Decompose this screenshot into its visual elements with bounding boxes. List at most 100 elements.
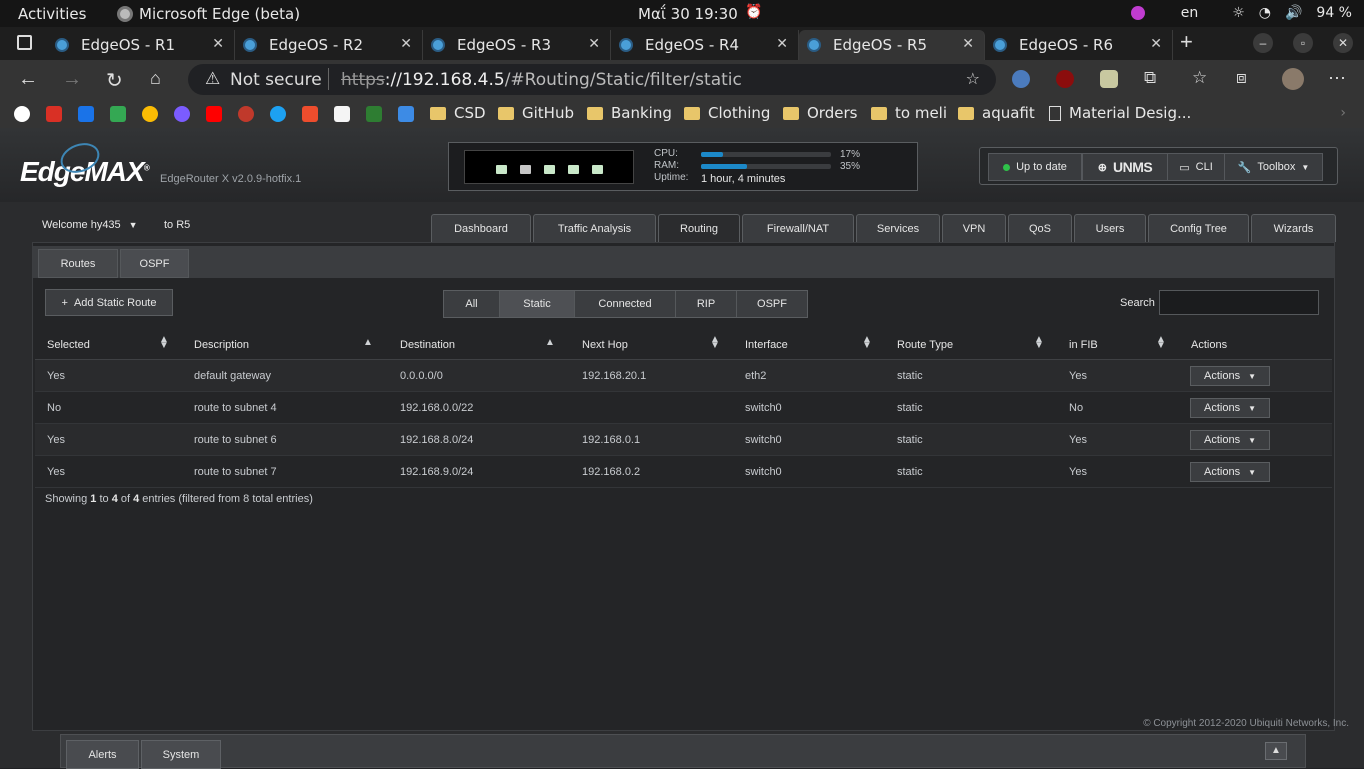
- bookmark-folder[interactable]: GitHub: [498, 104, 574, 122]
- actions-dropdown[interactable]: Actions ▼: [1190, 398, 1270, 418]
- subtab-routes[interactable]: Routes: [38, 249, 118, 278]
- system-tray[interactable]: en ☼ ◔ 🔊 94 %: [1130, 5, 1352, 21]
- col-destination[interactable]: Destination: [400, 339, 455, 351]
- home-icon[interactable]: ⌂: [150, 68, 161, 89]
- welcome-menu[interactable]: Welcome hy435 ▼: [42, 219, 138, 231]
- extension-icon[interactable]: [1012, 70, 1030, 88]
- more-icon[interactable]: ⋯: [1328, 68, 1346, 89]
- sort-icon[interactable]: ▲ ▼: [1156, 335, 1166, 351]
- filter-connected[interactable]: Connected: [575, 291, 676, 317]
- filter-static[interactable]: Static: [500, 291, 575, 317]
- photos-icon[interactable]: [142, 106, 158, 122]
- update-status-button[interactable]: Up to date: [988, 153, 1082, 181]
- close-window-icon[interactable]: ✕: [1333, 33, 1353, 53]
- gmail-icon[interactable]: [46, 106, 62, 122]
- col-route-type[interactable]: Route Type: [897, 339, 953, 351]
- bookmark-folder[interactable]: CSD: [430, 104, 486, 122]
- ublock-icon[interactable]: [1056, 70, 1074, 88]
- tab-config-tree[interactable]: Config Tree: [1148, 214, 1249, 242]
- youtube-icon[interactable]: [206, 106, 222, 122]
- browser-tab[interactable]: EdgeOS - R3 ✕: [423, 30, 611, 60]
- col-next-hop[interactable]: Next Hop: [582, 339, 628, 351]
- browser-tab-active[interactable]: EdgeOS - R5 ✕: [799, 30, 985, 60]
- close-icon[interactable]: ✕: [962, 36, 974, 52]
- language-indicator[interactable]: en: [1181, 5, 1199, 21]
- close-x-green-icon[interactable]: [366, 106, 382, 122]
- sort-icon[interactable]: ▲ ▼: [862, 335, 872, 351]
- minimize-icon[interactable]: –: [1253, 33, 1273, 53]
- tab-qos[interactable]: QoS: [1008, 214, 1072, 242]
- bookmark-link[interactable]: Material Desig...: [1049, 104, 1191, 122]
- tab-vpn[interactable]: VPN: [942, 214, 1006, 242]
- chevron-up-icon[interactable]: ▲: [1265, 742, 1287, 760]
- chevron-right-icon[interactable]: ›: [1340, 105, 1346, 121]
- search-input[interactable]: [1159, 290, 1319, 315]
- autocomplete-extension-icon[interactable]: [1100, 70, 1118, 88]
- close-icon[interactable]: ✕: [400, 36, 412, 52]
- bookmark-folder[interactable]: Clothing: [684, 104, 770, 122]
- table-row[interactable]: Yes default gateway 0.0.0.0/0 192.168.20…: [35, 360, 1332, 392]
- sort-asc-icon[interactable]: ▲: [363, 338, 373, 348]
- bookmark-folder[interactable]: Orders: [783, 104, 857, 122]
- add-static-route-button[interactable]: + Add Static Route: [45, 289, 173, 316]
- actions-dropdown[interactable]: Actions ▼: [1190, 366, 1270, 386]
- twitter-icon[interactable]: [270, 106, 286, 122]
- not-secure-label[interactable]: Not secure: [230, 70, 322, 90]
- tab-actions-icon[interactable]: [17, 35, 32, 50]
- browser-tab[interactable]: EdgeOS - R6 ✕: [985, 30, 1173, 60]
- bookmark-folder[interactable]: aquafit: [958, 104, 1035, 122]
- tab-firewall-nat[interactable]: Firewall/NAT: [742, 214, 854, 242]
- browser-tab[interactable]: EdgeOS - R4 ✕: [611, 30, 799, 60]
- terminal-icon[interactable]: [334, 106, 350, 122]
- back-icon[interactable]: ←: [18, 68, 38, 91]
- home-assistant-icon[interactable]: [398, 106, 414, 122]
- refresh-icon[interactable]: ↻: [106, 68, 123, 93]
- table-row[interactable]: Yes route to subnet 7 192.168.9.0/24 192…: [35, 456, 1332, 488]
- filter-ospf[interactable]: OSPF: [737, 291, 807, 317]
- profile-avatar[interactable]: [1282, 68, 1304, 90]
- actions-dropdown[interactable]: Actions ▼: [1190, 430, 1270, 450]
- tab-wizards[interactable]: Wizards: [1251, 214, 1336, 242]
- close-icon[interactable]: ✕: [776, 36, 788, 52]
- tab-users[interactable]: Users: [1074, 214, 1146, 242]
- tab-routing[interactable]: Routing: [658, 214, 740, 243]
- sort-icon[interactable]: ▲ ▼: [159, 335, 169, 351]
- col-interface[interactable]: Interface: [745, 339, 788, 351]
- tab-dashboard[interactable]: Dashboard: [431, 214, 531, 242]
- col-in-fib[interactable]: in FIB: [1069, 339, 1098, 351]
- actions-dropdown[interactable]: Actions ▼: [1190, 462, 1270, 482]
- forward-icon[interactable]: →: [62, 68, 82, 91]
- table-row[interactable]: Yes route to subnet 6 192.168.8.0/24 192…: [35, 424, 1332, 456]
- sort-asc-icon[interactable]: ▲: [545, 338, 555, 348]
- collections-icon[interactable]: ⧈: [1236, 68, 1247, 88]
- activities-button[interactable]: Activities: [18, 5, 86, 23]
- close-icon[interactable]: ✕: [588, 36, 600, 52]
- warning-icon[interactable]: ⚠: [205, 69, 220, 89]
- clock[interactable]: Μαΐ 30 19:30: [638, 5, 738, 23]
- new-tab-icon[interactable]: +: [1180, 29, 1193, 55]
- filter-rip[interactable]: RIP: [676, 291, 737, 317]
- table-row[interactable]: No route to subnet 4 192.168.0.0/22 swit…: [35, 392, 1332, 424]
- cli-button[interactable]: ▭ CLI: [1167, 153, 1225, 181]
- tab-traffic-analysis[interactable]: Traffic Analysis: [533, 214, 656, 242]
- unms-button[interactable]: ⊕ UNMS: [1082, 153, 1168, 181]
- app-menu[interactable]: Microsoft Edge (beta): [117, 5, 300, 23]
- maximize-icon[interactable]: ▫: [1293, 33, 1313, 53]
- extensions-icon[interactable]: ⧉: [1144, 68, 1156, 88]
- bookmark-site-icon[interactable]: [238, 106, 254, 122]
- browser-tab[interactable]: EdgeOS - R1 ✕: [47, 30, 235, 60]
- browser-tab[interactable]: EdgeOS - R2 ✕: [235, 30, 423, 60]
- col-selected[interactable]: Selected: [47, 339, 90, 351]
- drive-icon[interactable]: [110, 106, 126, 122]
- calendar-icon[interactable]: [78, 106, 94, 122]
- close-icon[interactable]: ✕: [212, 36, 224, 52]
- url-text[interactable]: https://192.168.4.5/#Routing/Static/filt…: [341, 70, 742, 90]
- messenger-icon[interactable]: [174, 106, 190, 122]
- bookmark-folder[interactable]: Banking: [587, 104, 672, 122]
- add-favorite-icon[interactable]: ☆: [966, 69, 980, 88]
- favorites-icon[interactable]: ☆: [1192, 68, 1207, 88]
- pocket-icon[interactable]: [302, 106, 318, 122]
- sort-icon[interactable]: ▲ ▼: [1034, 335, 1044, 351]
- system-tab[interactable]: System: [141, 740, 221, 769]
- toolbox-button[interactable]: 🔧 Toolbox ▼: [1224, 153, 1323, 181]
